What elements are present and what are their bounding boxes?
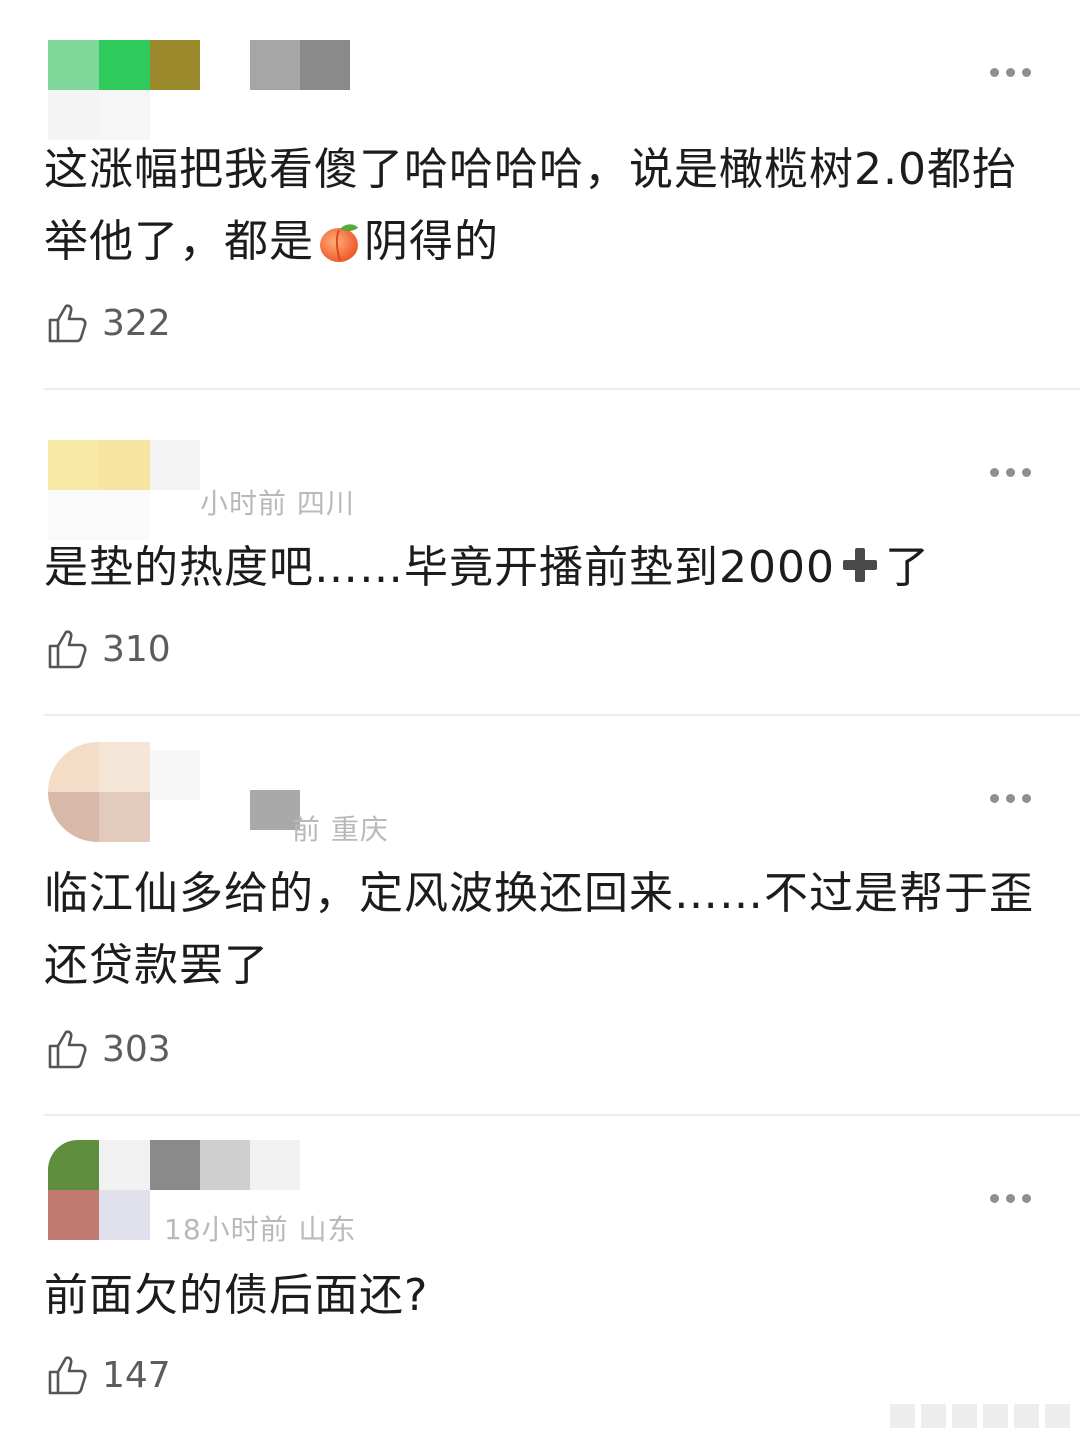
like-button[interactable]: 303 <box>46 1026 171 1072</box>
thumbs-up-icon <box>48 1030 87 1069</box>
comment-meta: 小时前 四川 <box>200 487 355 520</box>
bottom-mosaic <box>890 1404 1070 1428</box>
like-count: 147 <box>102 1354 171 1396</box>
comment-text: 临江仙多给的，定风波换还回来……不过是帮于歪 还贷款罢了 <box>44 868 1034 991</box>
thumbs-up-icon <box>48 304 87 343</box>
avatar[interactable] <box>48 1140 150 1240</box>
thumbs-up-icon <box>48 1356 87 1395</box>
divider <box>44 388 1080 390</box>
like-button[interactable]: 322 <box>46 300 171 346</box>
peach-emoji-icon <box>320 224 358 262</box>
comment-text: 前面欠的债后面还? <box>44 1270 429 1321</box>
plus-emoji-icon <box>842 548 877 582</box>
more-dots-icon[interactable] <box>990 62 1040 82</box>
more-dots-icon[interactable] <box>990 788 1040 808</box>
like-button[interactable]: 147 <box>46 1352 171 1398</box>
like-button[interactable]: 310 <box>46 626 171 672</box>
comment-meta: 前 重庆 <box>292 813 389 846</box>
username[interactable] <box>150 1140 300 1190</box>
username[interactable] <box>150 440 200 490</box>
thumbs-up-icon <box>48 630 87 669</box>
username[interactable] <box>150 40 350 90</box>
avatar[interactable] <box>48 742 150 842</box>
divider <box>44 1114 1080 1116</box>
like-count: 303 <box>102 1028 171 1070</box>
more-dots-icon[interactable] <box>990 1188 1040 1208</box>
avatar[interactable] <box>48 440 150 540</box>
more-dots-icon[interactable] <box>990 462 1040 482</box>
divider <box>44 714 1080 716</box>
username[interactable] <box>150 750 300 830</box>
comment-text: 是垫的热度吧……毕竟开播前垫到2000 了 <box>44 542 930 593</box>
comment-meta: 18小时前 山东 <box>164 1213 357 1246</box>
comment-text: 这涨幅把我看傻了哈哈哈哈，说是橄榄树2.0都抬 举他了，都是 阴得的 <box>44 144 1017 267</box>
avatar[interactable] <box>48 40 150 140</box>
like-count: 322 <box>102 302 171 344</box>
like-count: 310 <box>102 628 171 670</box>
